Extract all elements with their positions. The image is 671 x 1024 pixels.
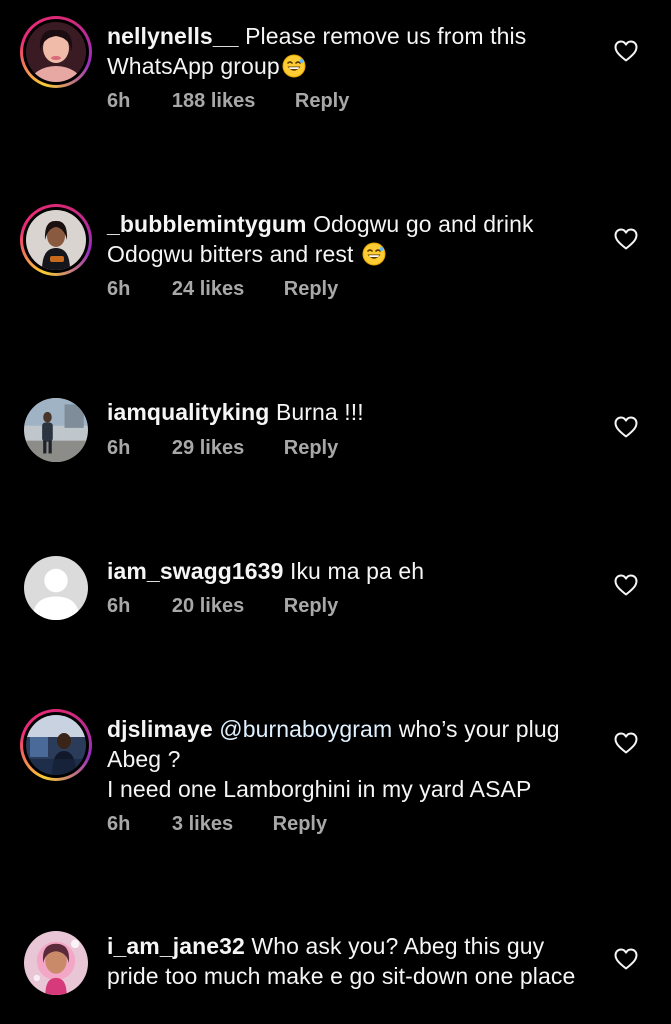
comment-meta: 6h 3 likes Reply xyxy=(107,813,327,836)
comment-username[interactable]: djslimaye xyxy=(107,716,213,742)
comment-text: i_am_jane32 Who ask you? Abeg this guy p… xyxy=(107,931,597,991)
grinning-sweat-emoji-icon xyxy=(282,54,306,78)
comment-body-line3: I need one Lamborghini in my yard ASAP xyxy=(107,776,532,802)
mention-link[interactable]: @burnaboygram xyxy=(219,716,392,742)
comment-body-line2: Abeg ? xyxy=(107,746,181,772)
comment-username[interactable]: i_am_jane32 xyxy=(107,933,245,959)
avatar[interactable] xyxy=(20,204,92,276)
comment-meta: 6h 29 likes Reply xyxy=(107,437,338,460)
comment-username[interactable]: nellynells__ xyxy=(107,23,239,49)
avatar[interactable] xyxy=(24,556,88,620)
comment-likes[interactable]: 3 likes xyxy=(172,813,233,836)
default-avatar-icon xyxy=(24,556,88,620)
heart-outline-icon[interactable] xyxy=(614,416,638,438)
comment-text: iam_swagg1639 Iku ma pa eh xyxy=(107,556,597,586)
comment-meta: 6h 24 likes Reply xyxy=(107,278,338,301)
comment-time: 6h xyxy=(107,595,131,617)
comment-likes[interactable]: 20 likes xyxy=(172,595,244,618)
avatar-image xyxy=(26,22,86,82)
heart-outline-icon[interactable] xyxy=(614,228,638,250)
avatar-image xyxy=(26,210,86,270)
comment-username[interactable]: iam_swagg1639 xyxy=(107,558,283,584)
comment-text: _bubblemintygum Odogwu go and drink Odog… xyxy=(107,209,597,269)
comment-body: who’s your plug xyxy=(398,716,560,742)
comment-username[interactable]: iamqualityking xyxy=(107,399,269,425)
avatar[interactable] xyxy=(20,16,92,88)
comment-username[interactable]: _bubblemintygum xyxy=(107,211,307,237)
comment-body: Burna !!! xyxy=(275,399,364,425)
comment-time: 6h xyxy=(107,90,131,112)
avatar[interactable] xyxy=(20,709,92,781)
comment-likes[interactable]: 188 likes xyxy=(172,90,255,113)
avatar-image xyxy=(26,715,86,775)
heart-outline-icon[interactable] xyxy=(614,40,638,62)
comment-text: nellynells__ Please remove us from this … xyxy=(107,21,597,81)
comment-likes[interactable]: 24 likes xyxy=(172,278,244,301)
comment-meta: 6h 188 likes Reply xyxy=(107,90,349,113)
comment-time: 6h xyxy=(107,813,131,835)
avatar-image xyxy=(24,931,88,995)
heart-outline-icon[interactable] xyxy=(614,732,638,754)
avatar[interactable] xyxy=(24,398,88,462)
comment-likes[interactable]: 29 likes xyxy=(172,437,244,460)
reply-button[interactable]: Reply xyxy=(295,90,349,113)
comment-text: iamqualityking Burna !!! xyxy=(107,397,597,427)
reply-button[interactable]: Reply xyxy=(284,437,338,460)
heart-outline-icon[interactable] xyxy=(614,948,638,970)
grinning-sweat-emoji-icon xyxy=(362,242,386,266)
reply-button[interactable]: Reply xyxy=(273,813,327,836)
comment-text: djslimaye @burnaboygram who’s your plug … xyxy=(107,714,597,804)
comment-time: 6h xyxy=(107,278,131,300)
avatar[interactable] xyxy=(24,931,88,995)
heart-outline-icon[interactable] xyxy=(614,574,638,596)
comment-body: Iku ma pa eh xyxy=(289,558,425,584)
reply-button[interactable]: Reply xyxy=(284,595,338,618)
comment-time: 6h xyxy=(107,437,131,459)
avatar-image xyxy=(24,398,88,462)
comment-meta: 6h 20 likes Reply xyxy=(107,595,338,618)
reply-button[interactable]: Reply xyxy=(284,278,338,301)
